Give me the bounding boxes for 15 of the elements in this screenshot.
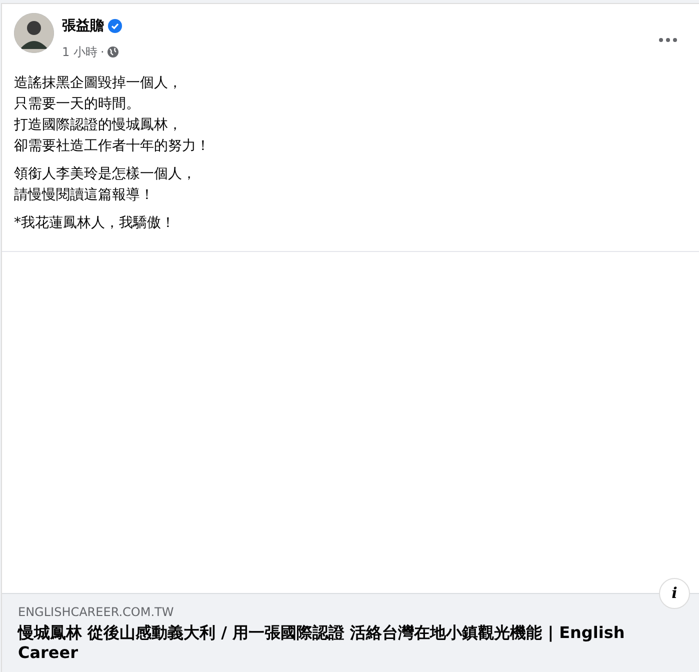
post-text-line: 請慢慢閱讀這篇報導！ [14, 186, 155, 205]
info-button[interactable]: i [659, 578, 690, 609]
post-text-line: 領銜人李美玲是怎樣一個人， [14, 165, 197, 184]
post-text-line: *我花蓮鳳林人，我驕傲！ [14, 214, 176, 233]
link-title[interactable]: 慢城鳳林 從後山感動義大利 / 用一張國際認證 活絡台灣在地小鎮觀光機能 | English Career [18, 623, 649, 663]
separator: · [100, 44, 104, 61]
link-domain: ENGLISHCAREER.COM.TW [18, 604, 175, 620]
post-text-line: 造謠抹黑企圖毀掉一個人， [14, 74, 183, 93]
post-text-line: 只需要一天的時間。 [14, 95, 141, 114]
author-name[interactable]: 張益贍 [62, 16, 104, 36]
more-icon [659, 38, 677, 42]
post-time[interactable]: 1 小時 [62, 43, 98, 61]
post-text-line: 卻需要社造工作者十年的努力！ [14, 137, 211, 156]
avatar[interactable] [14, 13, 54, 53]
post-text-line: 打造國際認證的慢城鳳林， [14, 116, 183, 135]
